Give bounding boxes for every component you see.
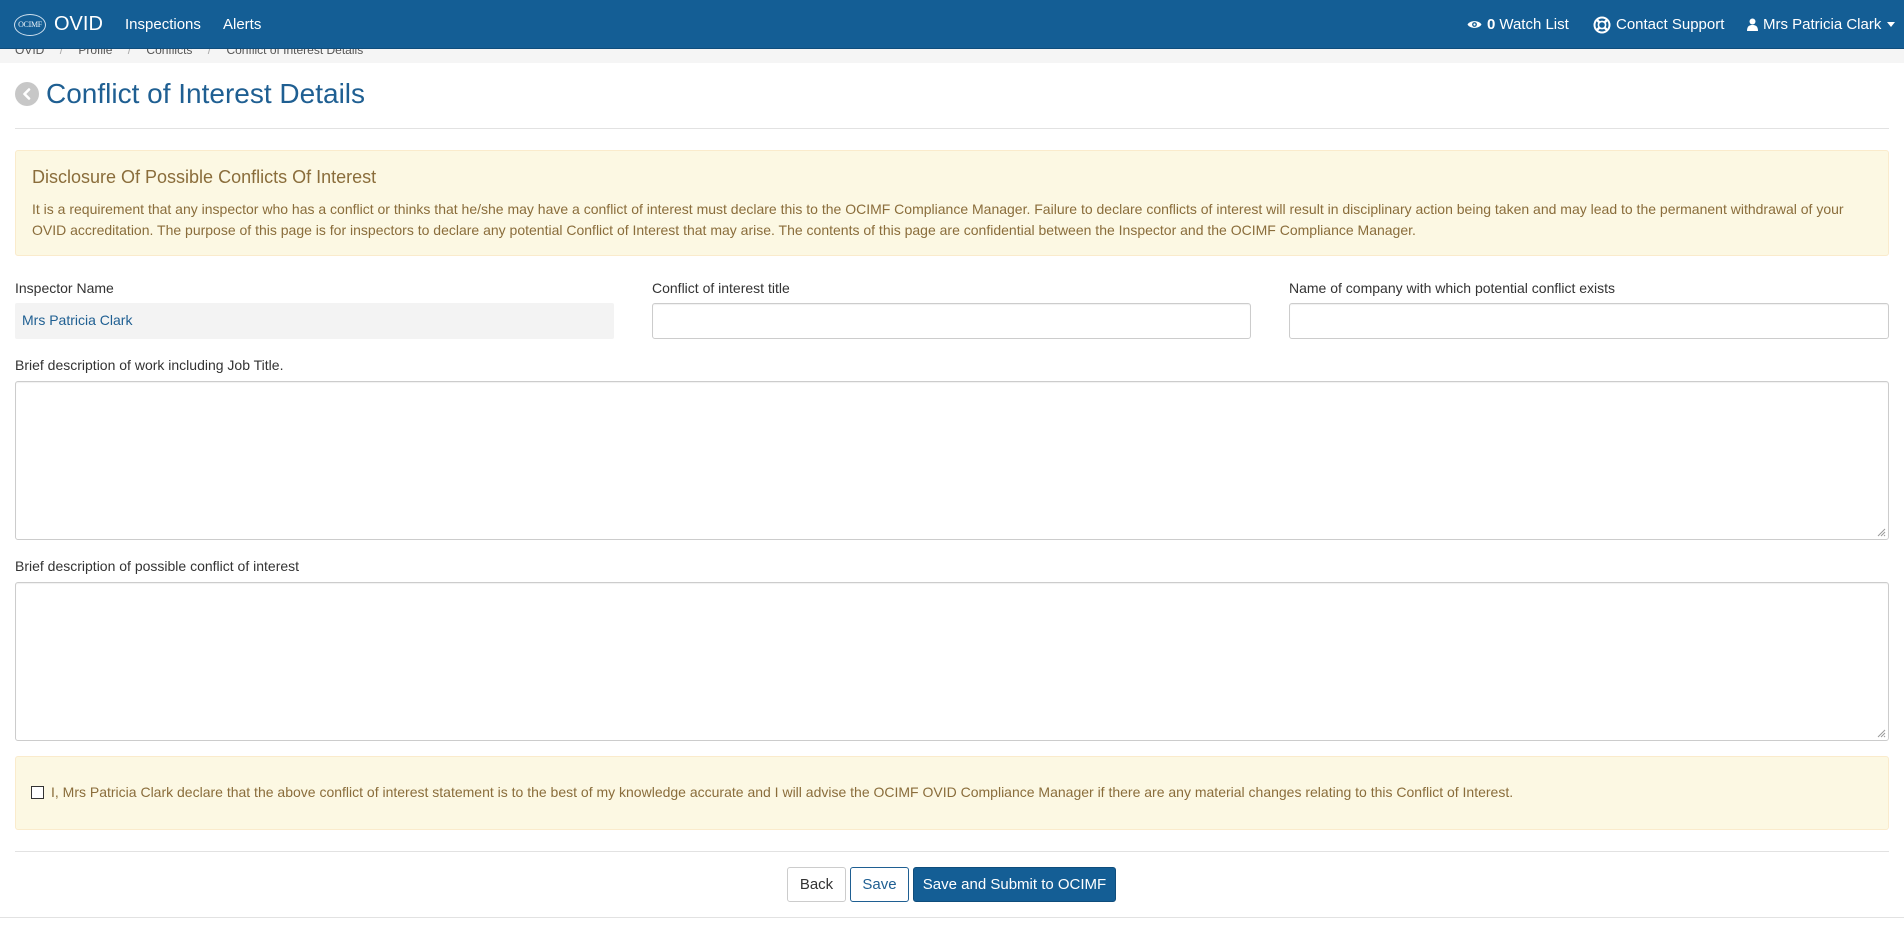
user-icon: [1747, 18, 1758, 31]
eye-icon: [1467, 21, 1482, 28]
chevron-down-icon: [1887, 22, 1896, 27]
contact-support-link[interactable]: Contact Support: [1593, 0, 1724, 49]
breadcrumb-item: Conflict of Interest Details: [226, 49, 364, 57]
resize-grip-icon[interactable]: [1876, 728, 1886, 738]
back-arrow-icon[interactable]: [15, 82, 39, 106]
user-name: Mrs Patricia Clark: [1763, 16, 1882, 33]
breadcrumb-separator: /: [59, 49, 64, 57]
brand[interactable]: OCIMF OVID: [14, 0, 103, 49]
ocimf-logo-icon: OCIMF: [14, 13, 46, 36]
back-button[interactable]: Back: [787, 867, 846, 902]
save-and-submit-button[interactable]: Save and Submit to OCIMF: [913, 867, 1116, 902]
lifebuoy-icon: [1593, 16, 1611, 33]
contact-support-label: Contact Support: [1616, 16, 1725, 33]
page-title: Conflict of Interest Details: [46, 78, 366, 109]
watch-list-link[interactable]: 0 Watch List: [1467, 0, 1569, 49]
breadcrumb: OVID / Profile / Conflicts / Conflict of…: [15, 49, 375, 57]
disclosure-alert: Disclosure Of Possible Conflicts Of Inte…: [15, 150, 1889, 256]
watch-count: 0: [1487, 16, 1496, 33]
brand-name: OVID: [54, 13, 103, 35]
breadcrumb-separator: /: [127, 49, 132, 57]
coi-title-input[interactable]: [652, 303, 1251, 339]
inspector-name-value: Mrs Patricia Clark: [15, 303, 614, 339]
divider: [15, 128, 1889, 129]
declaration-alert: I, Mrs Patricia Clark declare that the a…: [15, 756, 1889, 830]
inspector-name-label: Inspector Name: [15, 280, 114, 296]
declaration-text[interactable]: I, Mrs Patricia Clark declare that the a…: [51, 784, 1513, 800]
breadcrumb-separator: /: [207, 49, 212, 57]
company-name-input[interactable]: [1289, 303, 1889, 339]
user-menu[interactable]: Mrs Patricia Clark: [1747, 0, 1896, 49]
divider: [15, 851, 1889, 852]
work-description-textarea[interactable]: [15, 381, 1889, 540]
coi-title-label: Conflict of interest title: [652, 280, 790, 296]
disclosure-body: It is a requirement that any inspector w…: [32, 201, 1844, 238]
breadcrumb-strip: OVID / Profile / Conflicts / Conflict of…: [0, 49, 1904, 63]
declaration-checkbox[interactable]: [31, 786, 44, 799]
save-button[interactable]: Save: [850, 867, 909, 902]
nav-inspections[interactable]: Inspections: [125, 0, 201, 49]
conflict-description-label: Brief description of possible conflict o…: [15, 558, 300, 574]
work-description-label: Brief description of work including Job …: [15, 357, 284, 373]
resize-grip-icon[interactable]: [1876, 527, 1886, 537]
breadcrumb-item[interactable]: Conflicts: [146, 49, 192, 57]
disclosure-heading: Disclosure Of Possible Conflicts Of Inte…: [32, 167, 377, 187]
nav-alerts[interactable]: Alerts: [223, 0, 261, 49]
top-navbar: OCIMF OVID Inspections Alerts 0 Watch Li…: [0, 0, 1904, 49]
page-header: Conflict of Interest Details: [15, 78, 365, 110]
watch-list-label: Watch List: [1499, 16, 1569, 33]
breadcrumb-item[interactable]: Profile: [78, 49, 112, 57]
company-name-label: Name of company with which potential con…: [1289, 280, 1616, 296]
breadcrumb-item[interactable]: OVID: [15, 49, 44, 57]
conflict-description-textarea[interactable]: [15, 582, 1889, 741]
footer-divider: [0, 917, 1904, 918]
